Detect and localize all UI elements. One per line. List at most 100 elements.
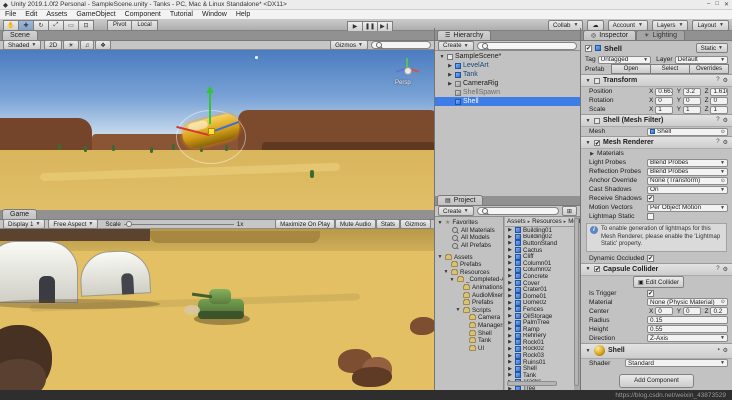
scale-slider[interactable] (124, 224, 234, 225)
project-folder-scripts[interactable]: ▼Scripts (435, 307, 503, 315)
project-folder-allmodels[interactable]: All Models (435, 234, 503, 242)
hand-tool[interactable]: ✋ (3, 20, 19, 31)
local-toggle-button[interactable]: Local (131, 20, 157, 31)
foldout-arrow[interactable]: ▶ (507, 346, 513, 352)
prefab-overrides-button[interactable]: Overrides (689, 64, 729, 74)
project-file-fences[interactable]: ▶Fences (505, 306, 574, 313)
receive-shadows-checkbox[interactable]: ✔ (647, 195, 654, 202)
foldout-arrow[interactable]: ▶ (447, 72, 453, 78)
gear-icon[interactable]: ⚙ (723, 266, 728, 273)
direction-dropdown[interactable]: Z-Axis▼ (647, 334, 728, 342)
foldout-arrow[interactable]: ▶ (507, 333, 513, 339)
project-folder-shell[interactable]: Shell (435, 329, 503, 337)
project-folder-ui[interactable]: UI (435, 345, 503, 353)
foldout-arrow[interactable]: ▶ (507, 234, 513, 240)
project-folder-tank[interactable]: Tank (435, 337, 503, 345)
effects-toggle[interactable]: ❖ (95, 40, 111, 50)
help-icon[interactable]: ? (716, 77, 719, 84)
project-file-rock02[interactable]: ▶Rock02 (505, 346, 574, 353)
foldout-arrow[interactable]: ▶ (507, 227, 513, 233)
prefab-open-button[interactable]: Open (611, 64, 651, 74)
transform-rotation-z-field[interactable]: 0 (710, 97, 728, 105)
project-file-ramp[interactable]: ▶Ramp (505, 326, 574, 333)
scene-gizmos-dropdown[interactable]: Gizmos▼ (330, 40, 368, 50)
foldout-arrow[interactable]: ▶ (507, 326, 513, 332)
mesh-filter-header[interactable]: ▼ Shell (Mesh Filter) ?⚙ (581, 114, 732, 127)
tab-game[interactable]: Game (2, 209, 37, 219)
center-x-field[interactable]: 0 (655, 307, 673, 315)
project-folder-allprefabs[interactable]: All Prefabs (435, 242, 503, 250)
project-file-concrete[interactable]: ▶Concrete (505, 273, 574, 280)
foldout-arrow[interactable]: ▼ (437, 254, 443, 260)
move-tool[interactable]: ✚ (18, 20, 34, 31)
foldout-arrow[interactable]: ▼ (455, 307, 461, 313)
shading-mode-dropdown[interactable]: Shaded▼ (3, 40, 41, 50)
tab-hierarchy[interactable]: ☰Hierarchy (437, 30, 491, 40)
help-icon[interactable]: ? (716, 266, 719, 273)
menu-window[interactable]: Window (202, 11, 227, 18)
project-folder-allmaterials[interactable]: All Materials (435, 227, 503, 235)
light-probes-dropdown[interactable]: Blend Probes▼ (647, 159, 728, 167)
breadcrumb-assets[interactable]: Assets (507, 218, 526, 225)
transform-scale-z-field[interactable]: 1 (710, 106, 728, 114)
capsule-collider-header[interactable]: ▼✔ Capsule Collider ?⚙ (581, 263, 732, 276)
aspect-dropdown[interactable]: Free Aspect▼ (48, 219, 98, 229)
foldout-arrow[interactable]: ▶ (447, 81, 453, 87)
project-file-cactus[interactable]: ▶Cactus (505, 247, 574, 254)
game-viewport[interactable] (0, 229, 434, 390)
project-file-tank[interactable]: ▶Tank (505, 372, 574, 379)
hierarchy-item-levelart[interactable]: ▶LevelArt (435, 61, 580, 70)
menu-edit[interactable]: Edit (25, 11, 37, 18)
material-header[interactable]: ▼ Shell ▪⚙ (581, 343, 732, 359)
layout-dropdown[interactable]: Layout▼ (692, 20, 729, 31)
hierarchy-search-input[interactable] (477, 42, 577, 50)
rect-tool[interactable]: ▭ (63, 20, 79, 31)
menu-assets[interactable]: Assets (46, 11, 67, 18)
foldout-arrow[interactable]: ▶ (507, 240, 513, 246)
gear-icon[interactable]: ⚙ (723, 117, 728, 124)
gizmo-y-arrow[interactable] (209, 92, 211, 124)
foldout-arrow[interactable]: ▼ (437, 220, 443, 226)
scene-viewport[interactable]: Persp (0, 50, 434, 210)
motion-vectors-dropdown[interactable]: Per Object Motion▼ (647, 204, 728, 212)
project-file-rock01[interactable]: ▶Rock01 (505, 339, 574, 346)
foldout-arrow[interactable]: ▶ (507, 300, 513, 306)
project-vertical-scrollbar[interactable] (574, 218, 579, 386)
hierarchy-create-button[interactable]: Create▼ (438, 41, 474, 51)
mesh-object-field[interactable]: Shell⊙ (647, 128, 728, 136)
is-trigger-checkbox[interactable]: ✔ (647, 290, 654, 297)
transform-tool[interactable]: ⊡ (78, 20, 94, 31)
project-file-dome02[interactable]: ▶Dome02 (505, 300, 574, 307)
add-component-button[interactable]: Add Component (619, 374, 694, 388)
tag-dropdown[interactable]: Untagged▼ (598, 56, 651, 64)
tab-inspector[interactable]: ◎Inspector (583, 30, 636, 40)
transform-rotation-x-field[interactable]: 0 (655, 97, 673, 105)
hierarchy-item-shellspawn[interactable]: ShellSpawn (435, 88, 580, 97)
project-search-input[interactable] (477, 207, 559, 215)
radius-field[interactable]: 0.15 (647, 316, 728, 324)
transform-scale-y-field[interactable]: 1 (683, 106, 701, 114)
lighting-toggle[interactable]: ☀ (63, 40, 79, 50)
static-dropdown[interactable]: Static▼ (696, 43, 728, 53)
foldout-arrow[interactable]: ▶ (507, 320, 513, 326)
cloud-button[interactable]: ☁ (587, 20, 603, 31)
foldout-arrow[interactable]: ▶ (507, 366, 513, 372)
collab-dropdown[interactable]: Collab▼ (548, 20, 584, 31)
scene-shell-object[interactable] (168, 86, 252, 164)
layer-dropdown[interactable]: Default▼ (675, 56, 728, 64)
foldout-arrow[interactable]: ▼ (443, 269, 449, 275)
transform-rotation-y-field[interactable]: 0 (683, 97, 701, 105)
tab-lighting[interactable]: ☀Lighting (636, 30, 685, 40)
project-folder-assets[interactable]: ▼Assets (435, 253, 503, 261)
reflection-probes-dropdown[interactable]: Blend Probes▼ (647, 168, 728, 176)
hierarchy-item-tank[interactable]: ▶Tank (435, 70, 580, 79)
transform-position-y-field[interactable]: 3.2 (683, 88, 701, 96)
project-file-palmtree[interactable]: ▶PalmTree (505, 319, 574, 326)
minimize-button[interactable]: – (707, 1, 710, 8)
rotate-tool[interactable]: ↻ (33, 20, 49, 31)
project-file-column02[interactable]: ▶Column02 (505, 267, 574, 274)
project-horizontal-scrollbar[interactable] (507, 381, 557, 386)
gear-icon[interactable]: ⚙ (723, 139, 728, 146)
foldout-arrow[interactable]: ▶ (507, 339, 513, 345)
help-icon[interactable]: ? (716, 117, 719, 124)
